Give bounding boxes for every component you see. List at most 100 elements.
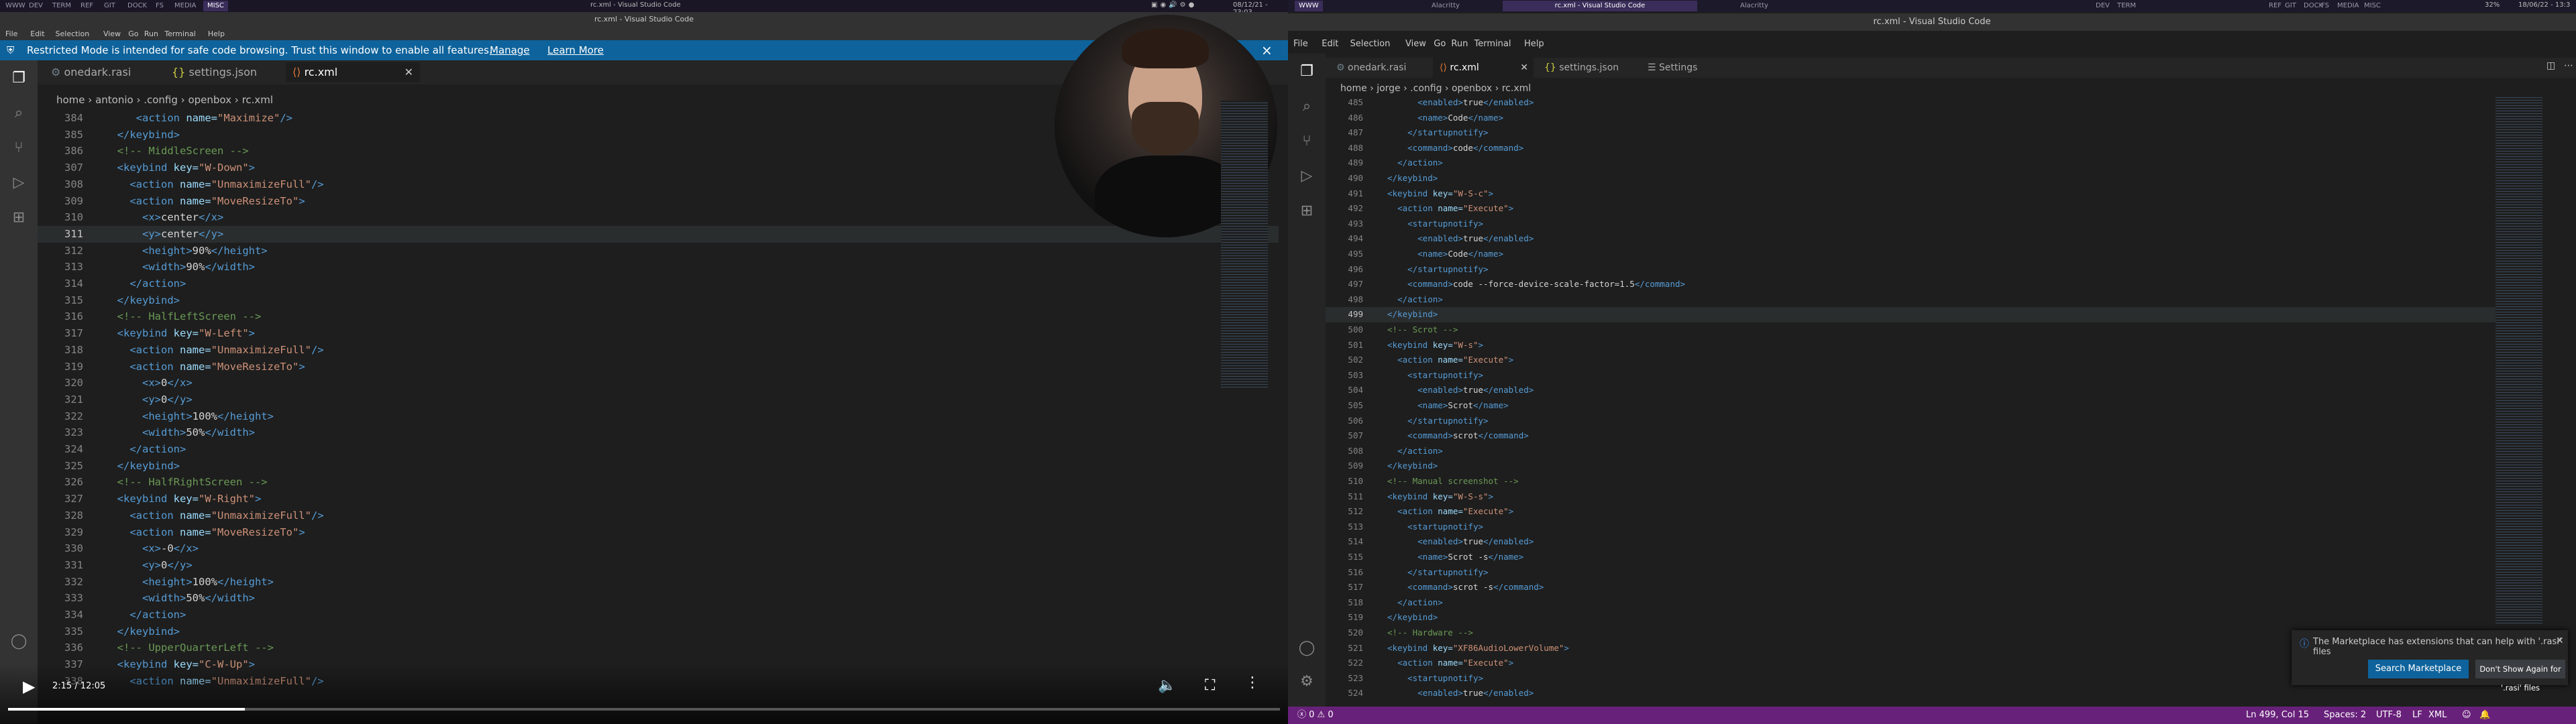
breadcrumb-item[interactable]: home bbox=[56, 94, 85, 106]
right-code-editor[interactable]: 485 <enabled>true</enabled> 486 <name>Cod… bbox=[1326, 95, 2533, 705]
wm-tag-misc[interactable]: MISC bbox=[203, 1, 228, 11]
breadcrumb-item[interactable]: rc.xml bbox=[1502, 83, 1531, 94]
dont-show-again-button[interactable]: Don't Show Again for '.rasi' files bbox=[2475, 660, 2565, 692]
video-progress-track[interactable] bbox=[8, 708, 1280, 711]
encoding[interactable]: UTF-8 bbox=[2376, 707, 2402, 724]
notification-close-icon[interactable]: ✕ bbox=[2556, 636, 2564, 646]
explorer-icon[interactable]: ❐ bbox=[1293, 58, 1320, 84]
extensions-icon[interactable]: ⊞ bbox=[5, 204, 32, 231]
line-text: <action name="Execute"> bbox=[1387, 201, 1513, 217]
search-icon[interactable]: ⌕ bbox=[1293, 93, 1320, 119]
tab-close-icon[interactable]: ✕ bbox=[1520, 58, 1528, 78]
wm-tag-term[interactable]: TERM bbox=[48, 1, 75, 11]
wm-window-tab[interactable]: Alacritty bbox=[1704, 1, 1805, 11]
wm-tag-misc[interactable]: MISC bbox=[2360, 1, 2385, 11]
search-icon[interactable]: ⌕ bbox=[5, 99, 32, 126]
breadcrumb-item[interactable]: openbox bbox=[188, 94, 231, 106]
tab-settings-json[interactable]: {} settings.json bbox=[165, 62, 279, 82]
wm-tag-git[interactable]: GIT bbox=[2281, 1, 2300, 11]
tab-settings[interactable]: ☰ Settings bbox=[1641, 58, 1721, 78]
search-marketplace-button[interactable]: Search Marketplace bbox=[2368, 660, 2469, 678]
menu-edit[interactable]: Edit bbox=[1322, 39, 1338, 49]
cursor-position[interactable]: Ln 499, Col 15 bbox=[2246, 707, 2309, 724]
breadcrumb-item[interactable]: jorge bbox=[1377, 83, 1400, 94]
language-mode[interactable]: XML bbox=[2428, 707, 2447, 724]
menu-run[interactable]: Run bbox=[1451, 39, 1468, 49]
problems-indicator[interactable]: ⓧ 0 ⚠ 0 bbox=[1297, 707, 1334, 724]
wm-tag-www[interactable]: WWW bbox=[1295, 1, 1323, 11]
wm-tag-git[interactable]: GIT bbox=[100, 1, 119, 11]
wm-window-tab[interactable]: rc.xml - Visual Studio Code bbox=[1503, 1, 1697, 11]
menu-run[interactable]: Run bbox=[144, 29, 158, 38]
menu-terminal[interactable]: Terminal bbox=[164, 29, 196, 38]
explorer-icon[interactable]: ❐ bbox=[5, 64, 32, 91]
code-line: 486 <name>Code</name> bbox=[1326, 111, 2533, 126]
volume-icon[interactable]: 🔈 bbox=[1158, 677, 1176, 694]
run-debug-icon[interactable]: ▷ bbox=[1293, 162, 1320, 189]
menu-selection[interactable]: Selection bbox=[56, 29, 90, 38]
play-icon[interactable]: ▶ bbox=[23, 677, 35, 696]
menu-terminal[interactable]: Terminal bbox=[1474, 39, 1511, 49]
wm-tag-fs[interactable]: FS bbox=[2317, 1, 2333, 11]
source-control-icon[interactable]: ⑂ bbox=[1293, 127, 1320, 154]
menu-go[interactable]: Go bbox=[1434, 39, 1446, 49]
menu-go[interactable]: Go bbox=[128, 29, 138, 38]
menu-help[interactable]: Help bbox=[208, 29, 225, 38]
wm-tag-dev[interactable]: DEV bbox=[25, 1, 47, 11]
more-actions-icon[interactable]: ⋯ bbox=[2564, 60, 2573, 71]
breadcrumb-item[interactable]: .config bbox=[1410, 83, 1442, 94]
token: name= bbox=[186, 112, 217, 124]
menu-view[interactable]: View bbox=[1405, 39, 1426, 49]
menu-file[interactable]: File bbox=[1293, 39, 1308, 49]
wm-tag-dock[interactable]: DOCK bbox=[123, 1, 151, 11]
wm-tag-ref[interactable]: REF bbox=[76, 1, 97, 11]
account-icon[interactable]: ◯ bbox=[1293, 634, 1320, 661]
line-number: 329 bbox=[64, 526, 83, 538]
breadcrumb-item[interactable]: antonio bbox=[95, 94, 133, 106]
breadcrumb-item[interactable]: home bbox=[1340, 83, 1367, 94]
manage-gear-icon[interactable]: ⚙ bbox=[1293, 668, 1320, 695]
breadcrumb-item[interactable]: .config bbox=[144, 94, 178, 106]
menu-selection[interactable]: Selection bbox=[1350, 39, 1390, 49]
split-editor-icon[interactable]: ◫ bbox=[2546, 60, 2555, 71]
wm-tag-media[interactable]: MEDIA bbox=[2333, 1, 2363, 11]
line-text: <action name="UnmaximizeFull"/> bbox=[105, 507, 323, 524]
wm-tag-fs[interactable]: FS bbox=[152, 1, 168, 11]
more-options-icon[interactable]: ⋮ bbox=[1245, 674, 1260, 691]
run-debug-icon[interactable]: ▷ bbox=[5, 169, 32, 196]
chevron-right-icon: › bbox=[85, 94, 96, 106]
account-icon[interactable]: ◯ bbox=[5, 627, 32, 654]
tab-rc-xml[interactable]: ⟨⟩ rc.xml ✕ bbox=[1433, 58, 1534, 78]
banner-close-icon[interactable]: × bbox=[1261, 42, 1273, 58]
feedback-icon[interactable]: ☺ bbox=[2462, 707, 2471, 724]
menu-view[interactable]: View bbox=[103, 29, 121, 38]
fullscreen-icon[interactable]: ⛶ bbox=[1205, 677, 1215, 694]
wm-tag-dev[interactable]: DEV bbox=[2092, 1, 2114, 11]
indentation[interactable]: Spaces: 2 bbox=[2324, 707, 2366, 724]
line-text: <action name="Execute"> bbox=[1387, 656, 1513, 671]
menu-edit[interactable]: Edit bbox=[30, 29, 44, 38]
breadcrumb-item[interactable]: rc.xml bbox=[242, 94, 274, 106]
tab-onedark-rasi[interactable]: ⚙ onedark.rasi bbox=[1330, 58, 1430, 78]
learn-more-link[interactable]: Learn More bbox=[547, 44, 604, 56]
notifications-bell-icon[interactable]: 🔔 bbox=[2479, 707, 2490, 724]
source-control-icon[interactable]: ⑂ bbox=[5, 134, 32, 161]
tab-close-icon[interactable]: ✕ bbox=[405, 62, 413, 82]
extensions-icon[interactable]: ⊞ bbox=[1293, 197, 1320, 224]
tab-rc-xml[interactable]: ⟨⟩ rc.xml ✕ bbox=[286, 62, 420, 82]
line-text: </keybind> bbox=[105, 623, 180, 640]
wm-window-tab[interactable]: Alacritty bbox=[1395, 1, 1496, 11]
menu-help[interactable]: Help bbox=[1524, 39, 1544, 49]
wm-tag-term[interactable]: TERM bbox=[2113, 1, 2140, 11]
tab-onedark-rasi[interactable]: ⚙ onedark.rasi bbox=[44, 62, 158, 82]
line-text: </startupnotify> bbox=[1387, 565, 1488, 581]
code-line: 315 </keybind> bbox=[38, 292, 1279, 309]
end-of-line[interactable]: LF bbox=[2412, 707, 2422, 724]
wm-tag-media[interactable]: MEDIA bbox=[170, 1, 200, 11]
menu-file[interactable]: File bbox=[5, 29, 17, 38]
breadcrumb-item[interactable]: openbox bbox=[1452, 83, 1492, 94]
tab-settings-json[interactable]: {} settings.json bbox=[1538, 58, 1638, 78]
manage-link[interactable]: Manage bbox=[490, 44, 530, 56]
